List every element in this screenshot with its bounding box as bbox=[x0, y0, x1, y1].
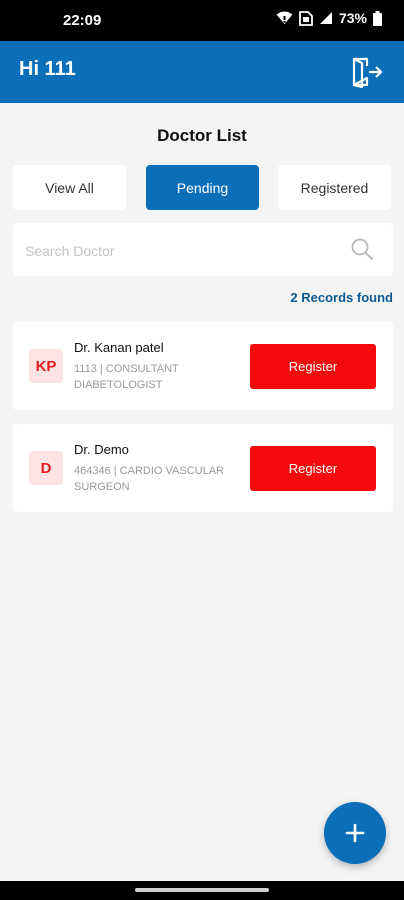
wifi-icon bbox=[276, 11, 293, 25]
add-doctor-button[interactable] bbox=[324, 802, 386, 864]
status-icons: 73% bbox=[276, 10, 382, 26]
logout-button[interactable] bbox=[350, 56, 384, 89]
sim-icon bbox=[299, 10, 313, 26]
tab-pending[interactable]: Pending bbox=[146, 165, 259, 210]
home-indicator[interactable] bbox=[135, 888, 269, 892]
doctor-name: Dr. Kanan patel bbox=[74, 340, 164, 355]
tab-registered[interactable]: Registered bbox=[278, 165, 391, 210]
search-box bbox=[13, 223, 393, 276]
doctor-name: Dr. Demo bbox=[74, 442, 129, 457]
doctor-card: KP Dr. Kanan patel 1113 | consultant dia… bbox=[13, 322, 393, 410]
status-bar: 22:09 73% bbox=[0, 0, 404, 41]
logout-icon bbox=[352, 57, 383, 89]
status-time: 22:09 bbox=[63, 12, 102, 29]
battery-icon bbox=[373, 10, 382, 26]
avatar: D bbox=[29, 451, 63, 485]
battery-percent: 73% bbox=[338, 10, 367, 26]
avatar: KP bbox=[29, 349, 63, 383]
register-button[interactable]: Register bbox=[250, 344, 376, 389]
records-found-count: 2 Records found bbox=[290, 290, 393, 305]
search-input[interactable] bbox=[23, 231, 337, 270]
page-title: Doctor List bbox=[157, 126, 247, 145]
doctor-detail: 464346 | cardio vascular surgeon bbox=[74, 465, 224, 493]
plus-icon bbox=[345, 823, 365, 843]
doctor-card: D Dr. Demo 464346 | cardio vascular surg… bbox=[13, 424, 393, 512]
greeting-title: Hi 111 bbox=[19, 58, 76, 80]
tab-view-all[interactable]: View All bbox=[13, 165, 126, 210]
app-header: Hi 111 bbox=[0, 41, 404, 103]
signal-icon bbox=[319, 11, 333, 25]
register-button[interactable]: Register bbox=[250, 446, 376, 491]
doctor-detail: 1113 | consultant diabetologist bbox=[74, 363, 179, 391]
navigation-bar bbox=[0, 881, 404, 900]
search-icon[interactable] bbox=[350, 237, 374, 261]
